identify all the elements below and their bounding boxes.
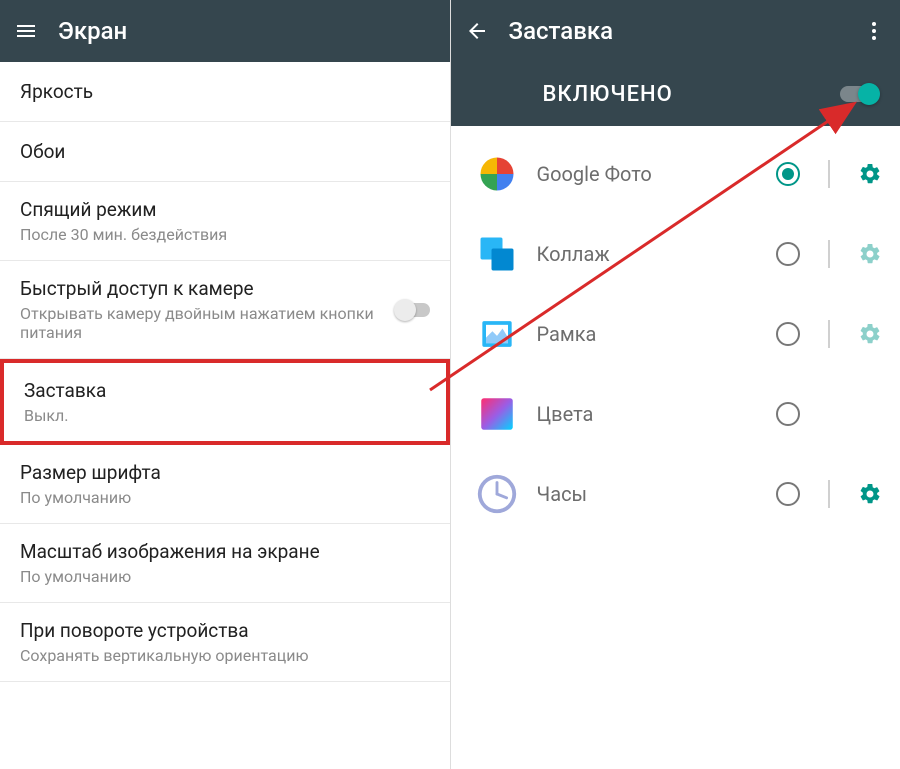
- setting-screensaver[interactable]: Заставка Выкл.: [0, 359, 450, 445]
- setting-label: При повороте устройства: [20, 619, 430, 642]
- setting-label: Быстрый доступ к камере: [20, 277, 396, 300]
- overflow-menu-icon[interactable]: [860, 17, 888, 45]
- setting-camera-quick-access[interactable]: Быстрый доступ к камере Открывать камеру…: [0, 261, 450, 359]
- appbar-right: Заставка: [451, 0, 900, 62]
- setting-label: Яркость: [20, 80, 430, 103]
- setting-sleep[interactable]: Спящий режим После 30 мин. бездействия: [0, 182, 450, 261]
- enabled-subbar: ВКЛЮЧЕНО: [451, 62, 900, 126]
- page-title-right: Заставка: [509, 17, 843, 45]
- menu-icon[interactable]: [12, 17, 40, 45]
- saver-label: Google Фото: [537, 162, 763, 186]
- divider: [828, 240, 830, 268]
- screensaver-options-list: Google Фото Коллаж: [451, 126, 900, 769]
- gear-icon[interactable]: [858, 482, 882, 506]
- radio-clock[interactable]: [776, 482, 800, 506]
- saver-colors[interactable]: Цвета: [451, 374, 900, 454]
- collage-icon: [471, 228, 523, 280]
- page-title-left: Экран: [58, 17, 438, 45]
- setting-brightness[interactable]: Яркость: [0, 62, 450, 122]
- setting-sub: Открывать камеру двойным нажатием кнопки…: [20, 304, 396, 342]
- setting-sub: По умолчанию: [20, 567, 430, 586]
- setting-wallpaper[interactable]: Обои: [0, 122, 450, 182]
- clock-icon: [471, 468, 523, 520]
- setting-sub: После 30 мин. бездействия: [20, 225, 430, 244]
- appbar-left: Экран: [0, 0, 450, 62]
- settings-list: Яркость Обои Спящий режим После 30 мин. …: [0, 62, 450, 769]
- setting-label: Размер шрифта: [20, 461, 430, 484]
- radio-frame[interactable]: [776, 322, 800, 346]
- toggle-screensaver-enabled[interactable]: [840, 86, 878, 102]
- radio-collage[interactable]: [776, 242, 800, 266]
- saver-label: Часы: [537, 482, 763, 506]
- setting-display-scale[interactable]: Масштаб изображения на экране По умолчан…: [0, 524, 450, 603]
- saver-frame[interactable]: Рамка: [451, 294, 900, 374]
- divider: [828, 160, 830, 188]
- divider: [828, 320, 830, 348]
- saver-google-photos[interactable]: Google Фото: [451, 134, 900, 214]
- gear-icon[interactable]: [858, 162, 882, 186]
- setting-label: Спящий режим: [20, 198, 430, 221]
- saver-label: Рамка: [537, 322, 763, 346]
- divider: [828, 480, 830, 508]
- setting-sub: Сохранять вертикальную ориентацию: [20, 646, 430, 665]
- enabled-label: ВКЛЮЧЕНО: [543, 82, 673, 107]
- saver-collage[interactable]: Коллаж: [451, 214, 900, 294]
- gear-icon[interactable]: [858, 242, 882, 266]
- saver-label: Коллаж: [537, 242, 763, 266]
- saver-clock[interactable]: Часы: [451, 454, 900, 534]
- pane-screensaver: Заставка ВКЛЮЧЕНО Google Фото: [451, 0, 900, 769]
- setting-label: Масштаб изображения на экране: [20, 540, 430, 563]
- pane-display-settings: Экран Яркость Обои Спящий режим После 30…: [0, 0, 451, 769]
- setting-rotation[interactable]: При повороте устройства Сохранять вертик…: [0, 603, 450, 682]
- frame-icon: [471, 308, 523, 360]
- setting-label: Заставка: [24, 379, 426, 402]
- setting-label: Обои: [20, 140, 430, 163]
- toggle-camera-quick-access[interactable]: [396, 303, 430, 317]
- gear-icon[interactable]: [858, 322, 882, 346]
- radio-colors[interactable]: [776, 402, 800, 426]
- saver-label: Цвета: [537, 402, 763, 426]
- setting-sub: По умолчанию: [20, 488, 430, 507]
- setting-font-size[interactable]: Размер шрифта По умолчанию: [0, 445, 450, 524]
- setting-sub: Выкл.: [24, 406, 426, 425]
- colors-icon: [471, 388, 523, 440]
- back-icon[interactable]: [463, 17, 491, 45]
- google-photos-icon: [471, 148, 523, 200]
- radio-google-photos[interactable]: [776, 162, 800, 186]
